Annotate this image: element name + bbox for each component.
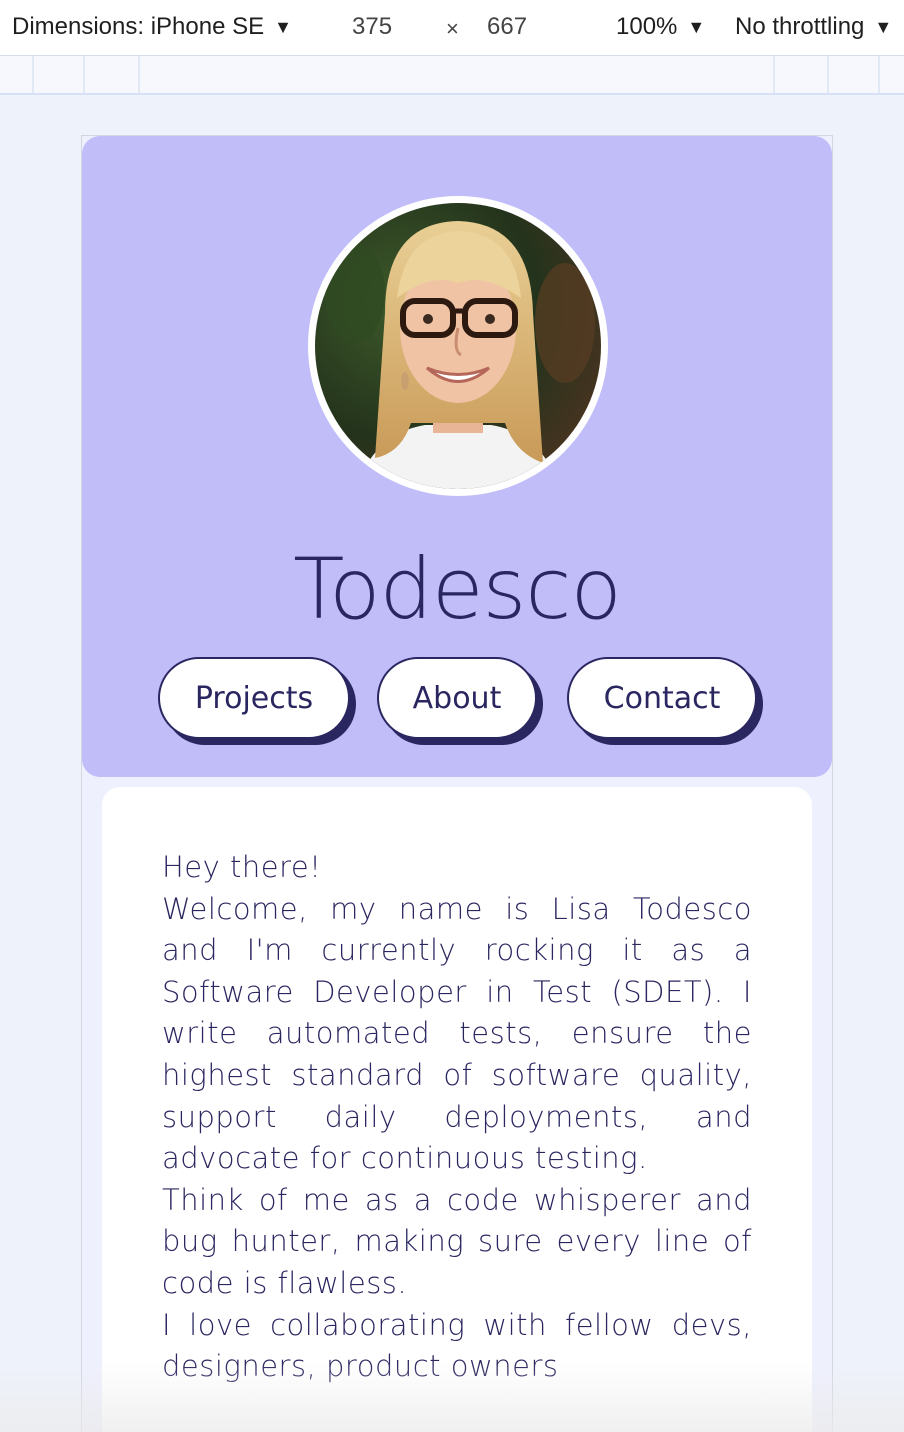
zoom-value: 100% (616, 13, 678, 40)
ruler-tick (138, 56, 140, 93)
throttling-value: No throttling (735, 13, 865, 40)
chevron-down-icon: ▼ (274, 16, 292, 37)
width-input[interactable]: 375 (352, 13, 392, 41)
chevron-down-icon: ▼ (687, 16, 706, 37)
nav-contact-button[interactable]: Contact (567, 657, 757, 739)
zoom-dropdown[interactable]: 100% ▼ (616, 13, 705, 41)
device-label: Dimensions: iPhone SE (12, 13, 265, 40)
about-paragraph-2: Think of me as a code whisperer and bug … (162, 1182, 752, 1300)
times-symbol: × (446, 16, 459, 41)
nav-about-button[interactable]: About (377, 657, 537, 739)
width-value: 375 (352, 13, 393, 40)
about-paragraph-1: Welcome, my name is Lisa Todesco and I'm… (162, 891, 752, 1176)
about-greeting: Hey there! (162, 850, 322, 884)
hero-header: Todesco Projects About Contact (82, 136, 832, 777)
media-query-ruler[interactable] (0, 56, 904, 95)
about-text: Hey there! Welcome, my name is Lisa Tode… (162, 847, 752, 1388)
ruler-tick (32, 56, 34, 93)
avatar (308, 196, 608, 496)
profile-photo (315, 203, 601, 489)
devtools-device-toolbar: Dimensions: iPhone SE ▼ 375 × 667 100% ▼… (0, 0, 904, 56)
about-paragraph-3: I love collaborating with fellow devs, d… (162, 1307, 752, 1384)
chevron-down-icon: ▼ (874, 16, 893, 37)
nav-projects-button[interactable]: Projects (158, 657, 350, 739)
device-viewport: Todesco Projects About Contact Hey there… (81, 135, 833, 1432)
height-value: 667 (487, 13, 528, 40)
ruler-tick (827, 56, 829, 93)
site-title: Todesco (293, 540, 622, 638)
about-card: Hey there! Welcome, my name is Lisa Tode… (102, 787, 812, 1432)
height-input[interactable]: 667 (487, 13, 527, 41)
ruler-tick (773, 56, 775, 93)
ruler-tick (878, 56, 880, 93)
profile-photo-illustration (315, 203, 601, 489)
times-icon: × (446, 16, 459, 42)
ruler-tick (83, 56, 85, 93)
throttling-dropdown[interactable]: No throttling ▼ (735, 13, 892, 41)
device-dropdown[interactable]: Dimensions: iPhone SE ▼ (12, 13, 292, 41)
